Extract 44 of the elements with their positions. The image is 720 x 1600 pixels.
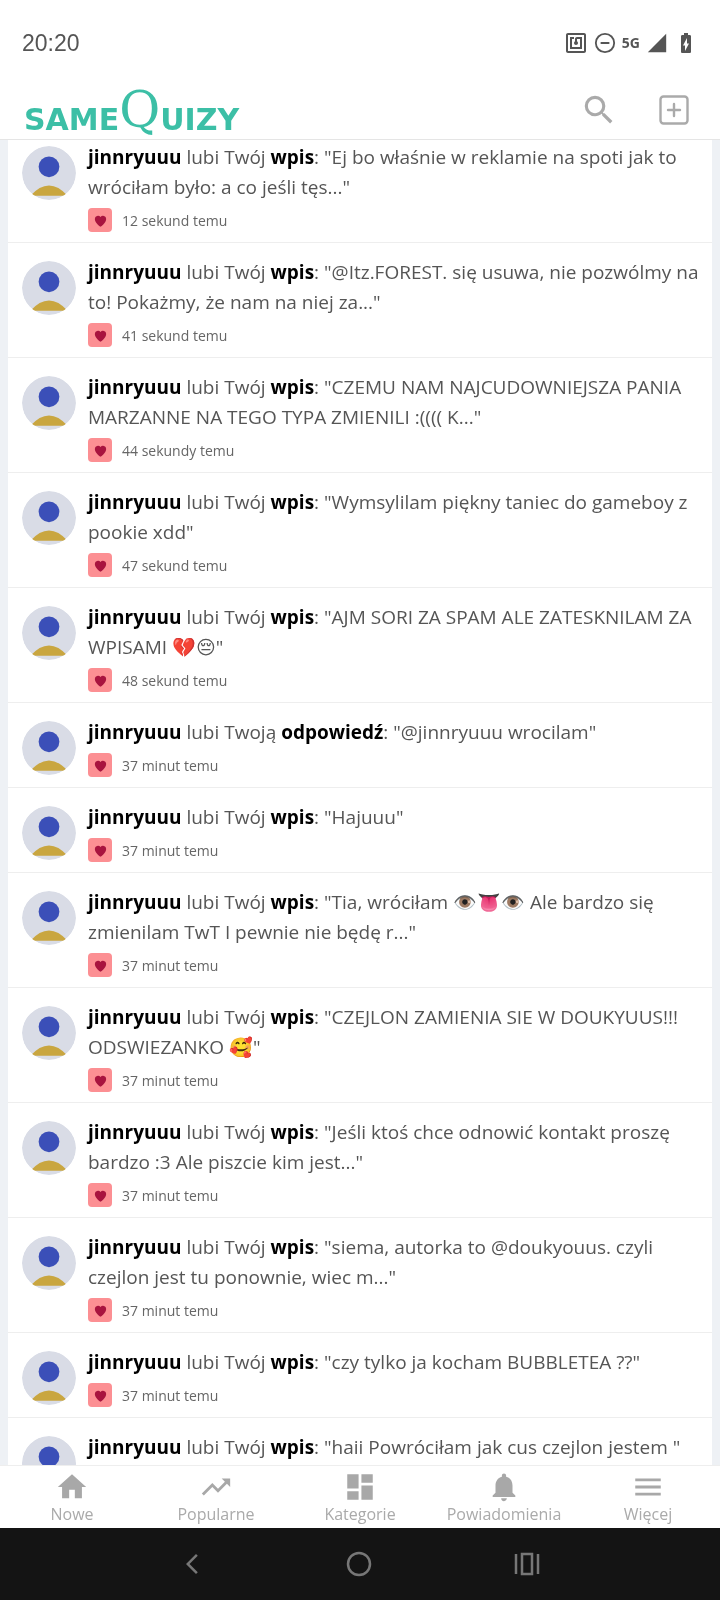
timestamp: 12 sekund temu — [122, 209, 228, 231]
notification-text[interactable]: jinnryuuu lubi Twój wpis: "Wymsylilam piękny taniec do gameboy z pookie xdd" — [88, 487, 702, 547]
clock: 20:20 — [22, 28, 80, 58]
timestamp: 37 minut temu — [122, 1069, 219, 1091]
avatar — [22, 1121, 76, 1175]
timestamp: 37 minut temu — [122, 1299, 219, 1321]
avatar — [22, 806, 76, 860]
notification-text[interactable]: jinnryuuu lubi Twoją odpowiedź: "@jinnryuuu wrocilam" — [88, 717, 597, 747]
notification-text[interactable]: jinnryuuu lubi Twój wpis: "CZEMU NAM NAJCUDOWNIEJSZA PANIA MARZANNE NA TEGO TYPA ZMIENILI :(((( K..." — [88, 372, 702, 432]
timestamp: 47 sekund temu — [122, 554, 228, 576]
notification-text[interactable]: jinnryuuu lubi Twój wpis: "Tia, wróciłam 👁👅👁 Ale bardzo się zmienilam TwT I pewnie nie będę r..." — [88, 887, 702, 947]
avatar — [22, 261, 76, 315]
notification-text[interactable]: jinnryuuu lubi Twój wpis: "Jeśli ktoś chce odnowić kontakt proszę bardzo :3 Ale piszcie kim jest..." — [88, 1117, 702, 1177]
signal-icon — [646, 32, 668, 54]
notification-text[interactable]: jinnryuuu lubi Twój wpis: "siema, autorka to @doukyouus. czyli czejlon jest tu ponownie, wiec m..." — [88, 1232, 702, 1292]
timestamp: 41 sekund temu — [122, 324, 228, 346]
avatar — [22, 1236, 76, 1290]
avatar — [22, 376, 76, 430]
notification-text[interactable]: jinnryuuu lubi Twój wpis: "@Itz.FOREST. się usuwa, nie pozwólmy na to! Pokażmy, że nam na niej za..." — [88, 257, 702, 317]
home-button-icon[interactable] — [345, 1550, 373, 1578]
avatar — [22, 1351, 76, 1405]
notification-text[interactable]: jinnryuuu lubi Twój wpis: "AJM SORI ZA SPAM ALE ZATESKNILAM ZA WPISAMI 💔😔" — [88, 602, 702, 662]
nfc-icon — [563, 31, 588, 55]
avatar — [22, 891, 76, 945]
timestamp: 37 minut temu — [122, 754, 219, 776]
notification-text[interactable]: jinnryuuu lubi Twój wpis: "czy tylko ja kocham BUBBLETEA ??" — [88, 1347, 641, 1377]
avatar — [22, 721, 76, 775]
notification-text[interactable]: jinnryuuu lubi Twój wpis: "Hajuuu" — [88, 802, 404, 832]
avatar — [22, 606, 76, 660]
timestamp: 37 minut temu — [122, 954, 219, 976]
timestamp: 37 minut temu — [122, 1184, 219, 1206]
timestamp: 37 minut temu — [122, 1384, 219, 1406]
network-type: 5G — [621, 36, 640, 50]
avatar — [22, 146, 76, 200]
timestamp: 37 minut temu — [122, 839, 219, 861]
timestamp: 44 sekundy temu — [122, 439, 235, 461]
recent-apps-icon[interactable] — [513, 1552, 540, 1576]
notification-text[interactable]: jinnryuuu lubi Twój wpis: "haii Powróciłam jak cus czejlon jestem " — [88, 1432, 681, 1462]
do-not-disturb-icon — [593, 32, 616, 54]
avatar — [22, 491, 76, 545]
timestamp: 48 sekund temu — [122, 669, 228, 691]
notification-text[interactable]: jinnryuuu lubi Twój wpis: "Ej bo właśnie w reklamie na spoti jak to wróciłam było: a co jeśli tęs..." — [88, 142, 702, 202]
avatar — [22, 1006, 76, 1060]
notification-text[interactable]: jinnryuuu lubi Twój wpis: "CZEJLON ZAMIENIA SIE W DOUKYUUS!!! ODSWIEZANKO 🥰" — [88, 1002, 702, 1062]
